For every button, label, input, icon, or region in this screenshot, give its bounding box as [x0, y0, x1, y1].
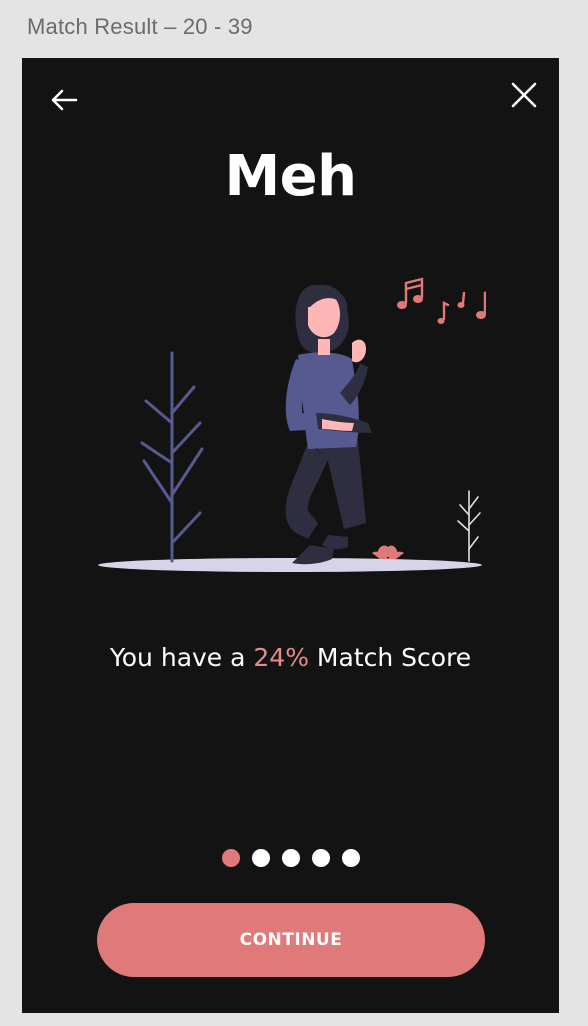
tall-plant — [140, 351, 204, 563]
back-button[interactable] — [42, 78, 86, 122]
pagination-dot-4[interactable] — [311, 849, 330, 867]
pagination-dot-3[interactable] — [281, 849, 300, 867]
close-button[interactable] — [502, 73, 546, 117]
pagination-dot-1[interactable] — [221, 849, 240, 867]
result-title: Meh — [224, 144, 357, 209]
score-suffix: Match Score — [308, 643, 472, 672]
pagination-dot-5[interactable] — [341, 849, 360, 867]
pagination-dot-2[interactable] — [251, 849, 270, 867]
continue-button[interactable]: CONTINUE — [97, 903, 485, 977]
woman-figure — [285, 284, 372, 565]
pagination-dots — [22, 849, 559, 867]
woman-listening-music-illustration — [98, 277, 486, 572]
music-notes-icon — [397, 277, 486, 324]
match-result-screen: Meh You have a 24% Match Score CONTINUE — [22, 58, 559, 1013]
arrow-left-icon — [51, 89, 78, 111]
small-plant — [457, 490, 481, 562]
match-score-text: You have a 24% Match Score — [22, 643, 559, 672]
artboard-label: Match Result – 20 - 39 — [27, 14, 253, 39]
match-percentage: 24% — [253, 643, 309, 672]
score-prefix: You have a — [109, 643, 254, 672]
flower — [372, 545, 404, 559]
close-icon — [511, 82, 537, 108]
ground-shadow — [98, 558, 482, 572]
